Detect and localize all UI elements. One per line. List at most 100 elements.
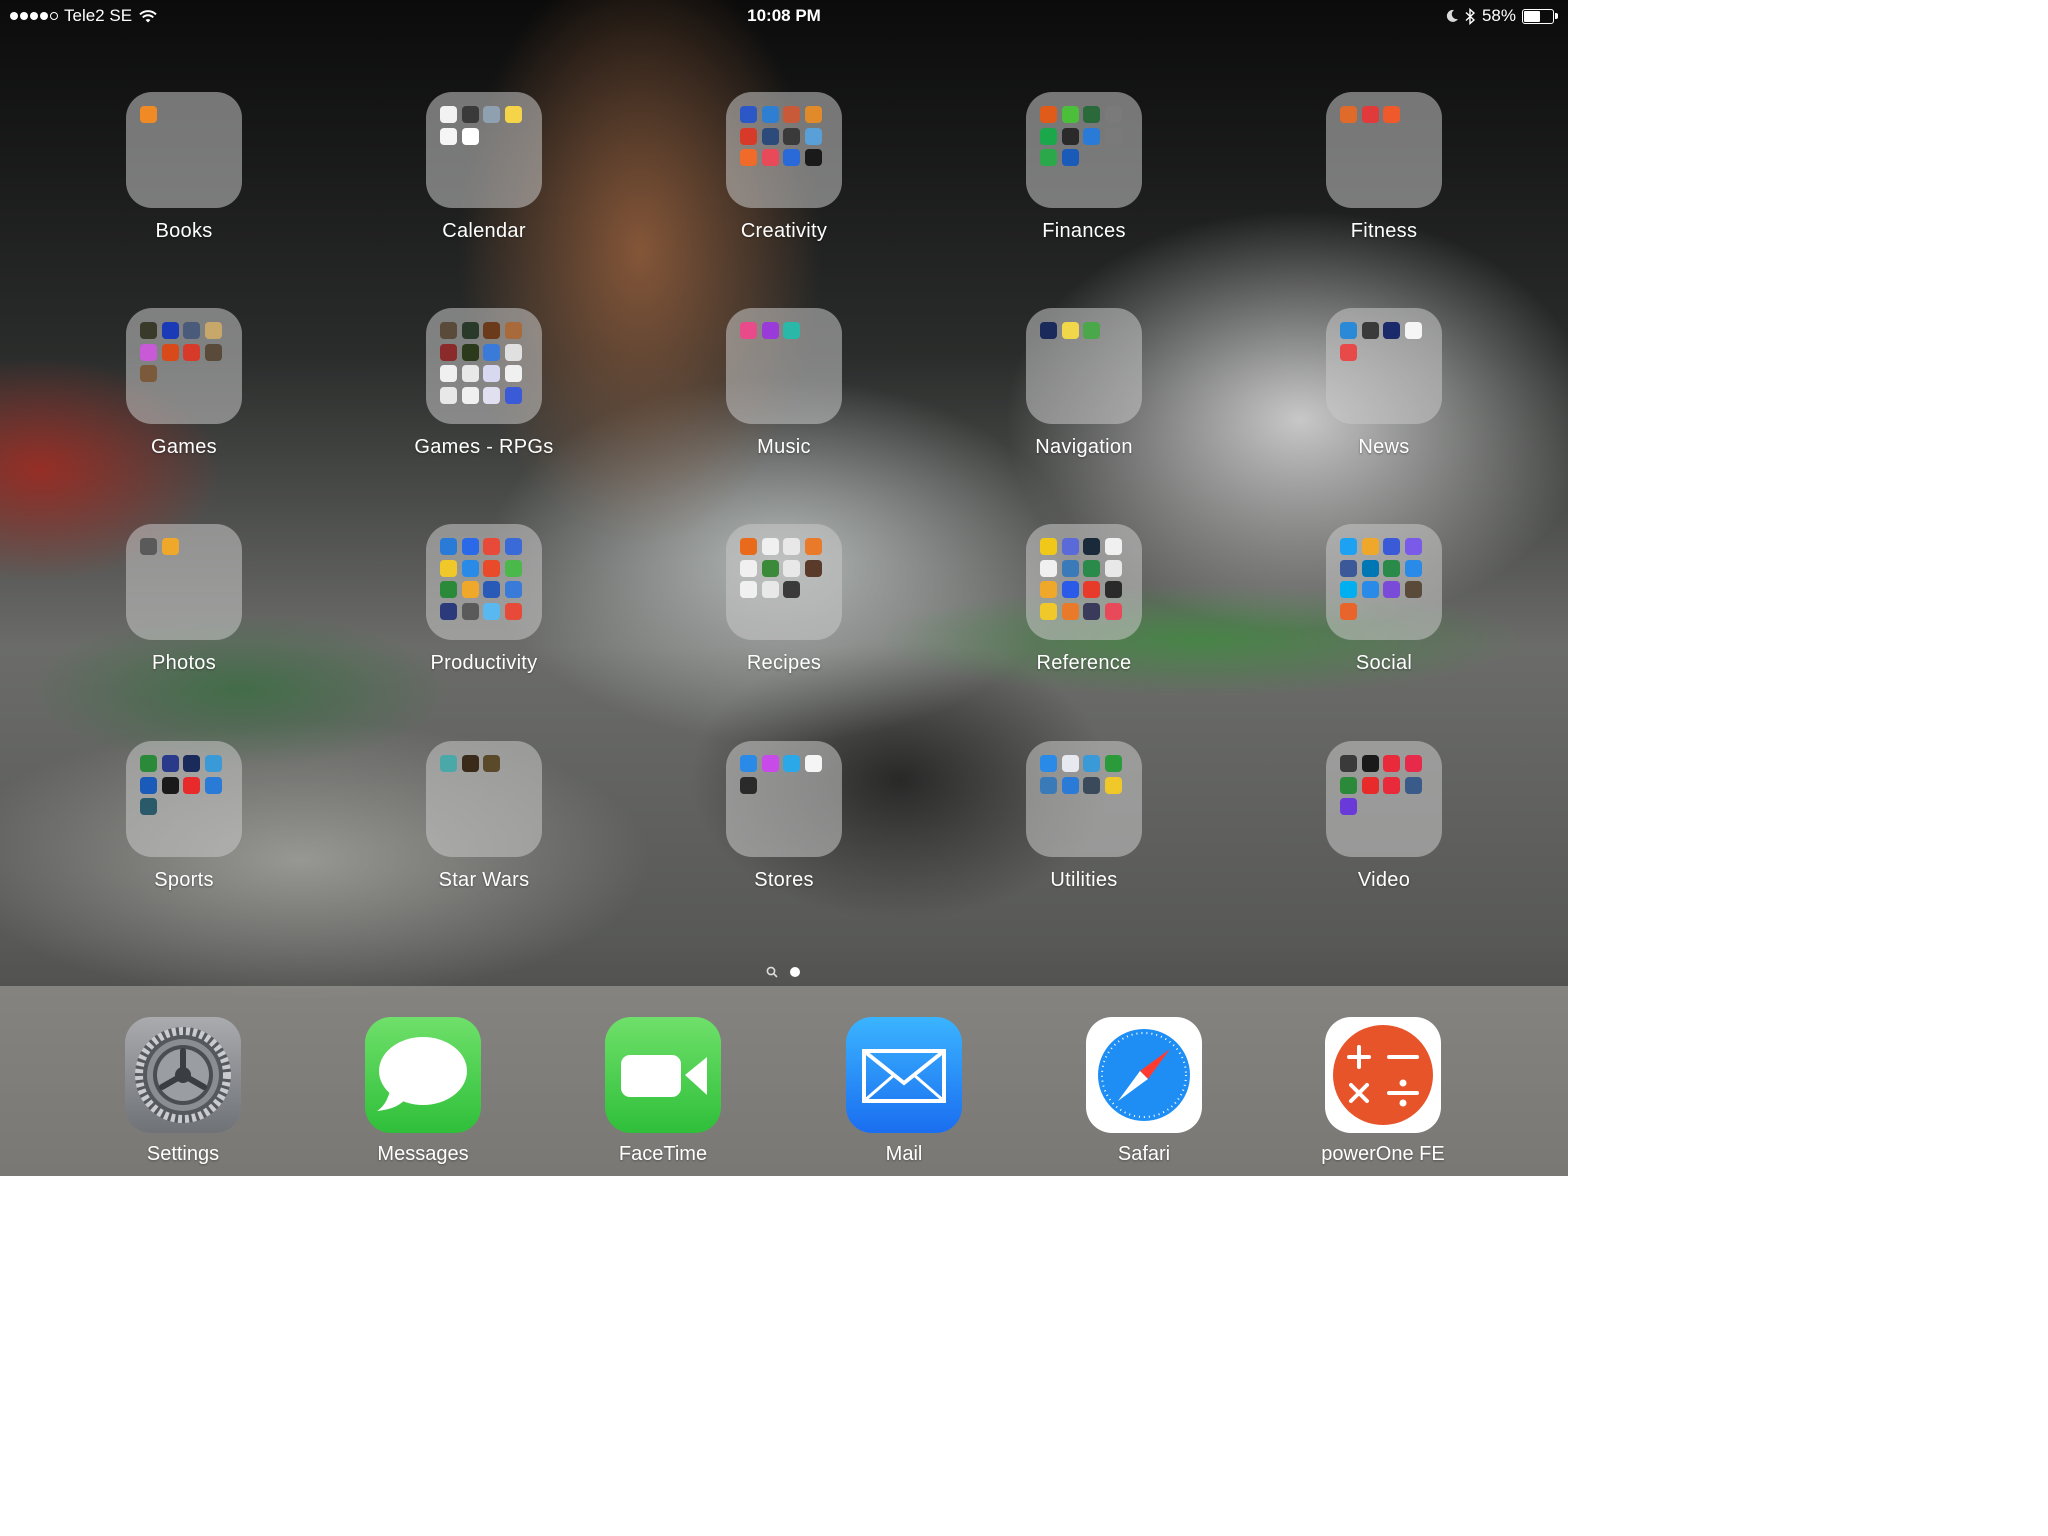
mini-app-icon [761,538,779,555]
compass-icon[interactable] [1086,1017,1202,1133]
mini-app-icon [183,776,200,794]
mini-app-icon [483,365,500,382]
folder-icon[interactable] [1026,741,1142,857]
mini-app-icon [761,581,779,598]
folder-label: Sports [154,869,214,891]
folder-label: Creativity [740,220,828,242]
dock-label-facetime: FaceTime [618,1143,708,1165]
folder-icon[interactable] [126,524,242,640]
mini-app-icon [461,106,479,123]
folder-productivity[interactable]: Productivity [384,524,584,694]
folder-icon[interactable] [1026,308,1142,424]
folder-icon[interactable] [726,92,842,208]
mini-app-icon [440,365,457,382]
folder-news[interactable]: News [1284,308,1484,478]
folder-reference[interactable]: Reference [984,524,1184,694]
folder-icon[interactable] [1326,308,1442,424]
folder-icon[interactable] [1026,524,1142,640]
folder-fitness[interactable]: Fitness [1284,92,1484,262]
folder-recipes[interactable]: Recipes [684,524,884,694]
mini-app-icon [783,127,800,145]
page-dot-current[interactable] [790,967,800,977]
mini-app-icon [1104,559,1122,577]
folder-icon[interactable] [726,308,842,424]
mini-app-icon [1404,755,1422,772]
folder-creativity[interactable]: Creativity [684,92,884,262]
mini-app-icon [440,538,457,555]
folder-icon[interactable] [426,92,542,208]
folder-icon[interactable] [1326,92,1442,208]
mini-app-icon [761,149,779,166]
folder-icon[interactable] [726,741,842,857]
mini-app-icon [761,106,779,123]
folder-icon[interactable] [126,308,242,424]
battery-percent: 58% [1481,6,1516,25]
app-mail[interactable]: Mail [804,1017,1004,1166]
mini-app-icon [1061,322,1079,339]
folder-navigation[interactable]: Navigation [984,308,1184,478]
folder-icon[interactable] [726,524,842,640]
mini-app-icon [1040,559,1057,577]
mini-app-icon [1361,538,1379,555]
video-camera-icon[interactable] [605,1017,721,1133]
mini-app-icon [504,602,522,620]
folder-icon[interactable] [426,524,542,640]
folder-music[interactable]: Music [684,308,884,478]
mini-app-icon [1061,755,1079,772]
folder-icon[interactable] [126,92,242,208]
folder-games-rpgs[interactable]: Games - RPGs [384,308,584,478]
folder-icon[interactable] [426,308,542,424]
mini-app-icon [1083,581,1100,598]
mini-app-icon [483,602,500,620]
app-powerone-fe[interactable]: powerOne FE [1283,1017,1483,1166]
folder-icon[interactable] [1326,741,1442,857]
mini-app-icon [461,322,479,339]
page-indicator[interactable] [766,966,800,978]
mini-app-icon [204,322,222,339]
mini-app-icon [1383,581,1400,598]
mini-app-icon [204,776,222,794]
mini-app-icon [761,755,779,772]
folder-icon[interactable] [426,741,542,857]
mini-app-icon [161,343,179,361]
folder-calendar[interactable]: Calendar [384,92,584,262]
folder-icon[interactable] [1326,524,1442,640]
folder-icon[interactable] [1026,92,1142,208]
mini-app-icon [440,386,457,404]
mini-app-icon [740,322,757,339]
mini-app-icon [1061,127,1079,145]
mini-app-icon [740,127,757,145]
mini-app-icon [1340,106,1357,123]
mini-app-icon [140,365,157,382]
app-settings[interactable]: Settings [83,1017,283,1166]
mini-app-icon [440,343,457,361]
mini-app-icon [483,581,500,598]
calculator-symbols-icon[interactable] [1325,1017,1441,1133]
speech-bubble-icon[interactable] [365,1017,481,1133]
mini-app-icon [1104,538,1122,555]
folder-label: Reference [1036,652,1132,674]
mini-app-icon [1383,538,1400,555]
folder-photos[interactable]: Photos [84,524,284,694]
folder-star-wars[interactable]: Star Wars [384,741,584,911]
folder-games[interactable]: Games [84,308,284,478]
folder-social[interactable]: Social [1284,524,1484,694]
dock-label-mail: Mail [885,1143,923,1165]
folder-stores[interactable]: Stores [684,741,884,911]
folder-utilities[interactable]: Utilities [984,741,1184,911]
folder-books[interactable]: Books [84,92,284,262]
app-messages[interactable]: Messages [323,1017,523,1166]
folder-sports[interactable]: Sports [84,741,284,911]
mini-app-icon [1040,322,1057,339]
mini-app-icon [440,581,457,598]
folder-video[interactable]: Video [1284,741,1484,911]
app-facetime[interactable]: FaceTime [563,1017,763,1166]
settings-gear-icon[interactable] [125,1017,241,1133]
app-safari[interactable]: Safari [1044,1017,1244,1166]
folder-finances[interactable]: Finances [984,92,1184,262]
envelope-icon[interactable] [846,1017,962,1133]
spotlight-search-icon[interactable] [766,966,778,978]
folder-icon[interactable] [126,741,242,857]
mini-app-icon [783,106,800,123]
mini-app-icon [1040,538,1057,555]
